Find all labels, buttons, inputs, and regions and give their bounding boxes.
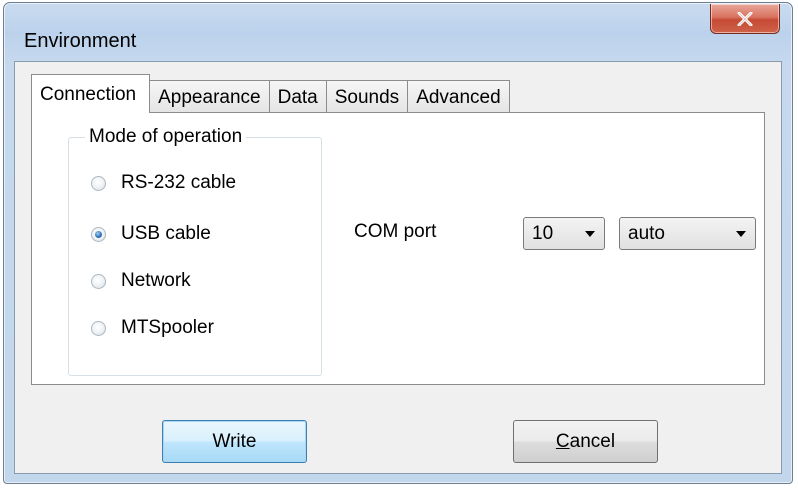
- tab-advanced[interactable]: Advanced: [407, 80, 510, 113]
- close-button[interactable]: [710, 4, 780, 34]
- radio-rs232[interactable]: RS-232 cable: [91, 172, 236, 194]
- radio-label: USB cable: [121, 223, 211, 244]
- close-x-icon: [737, 11, 753, 26]
- write-button[interactable]: Write: [162, 420, 307, 463]
- connection-tab-panel: Mode of operation RS-232 cable USB cable…: [31, 112, 765, 385]
- tab-sounds[interactable]: Sounds: [325, 80, 409, 113]
- com-port-label: COM port: [354, 221, 437, 242]
- dialog-client-area: Connection Appearance Data Sounds Advanc…: [14, 61, 782, 474]
- title-bar[interactable]: Environment: [4, 3, 792, 61]
- chevron-down-icon: [736, 231, 746, 237]
- radio-network[interactable]: Network: [91, 270, 191, 292]
- radio-button-checked-icon[interactable]: [91, 226, 106, 242]
- tab-strip: Connection Appearance Data Sounds Advanc…: [31, 73, 510, 113]
- radio-usb[interactable]: USB cable: [91, 223, 211, 245]
- radio-label: Network: [121, 270, 191, 291]
- chevron-down-icon: [585, 231, 595, 237]
- baud-rate-value: auto: [628, 223, 665, 244]
- cancel-button-label: ancel: [569, 431, 616, 452]
- tab-data[interactable]: Data: [268, 80, 327, 113]
- tab-appearance[interactable]: Appearance: [149, 80, 270, 113]
- radio-button-icon[interactable]: [91, 320, 106, 336]
- radio-button-icon[interactable]: [91, 273, 106, 289]
- radio-label: RS-232 cable: [121, 172, 237, 193]
- radio-button-icon[interactable]: [91, 175, 106, 191]
- radio-mtspooler[interactable]: MTSpooler: [91, 317, 214, 339]
- radio-label: MTSpooler: [121, 317, 214, 338]
- cancel-button[interactable]: Cancel: [513, 420, 658, 463]
- group-legend: Mode of operation: [85, 126, 247, 148]
- com-port-value: 10: [532, 223, 554, 244]
- cancel-mnemonic: C: [555, 431, 570, 452]
- tab-connection[interactable]: Connection: [31, 74, 151, 113]
- mode-of-operation-group: Mode of operation RS-232 cable USB cable…: [68, 126, 322, 376]
- write-button-label: Write: [212, 431, 257, 452]
- window-title: Environment: [24, 30, 137, 52]
- com-port-select[interactable]: 10: [523, 217, 605, 250]
- baud-rate-select[interactable]: auto: [619, 217, 756, 250]
- environment-dialog: Environment Connection Appearance Data S…: [3, 2, 793, 484]
